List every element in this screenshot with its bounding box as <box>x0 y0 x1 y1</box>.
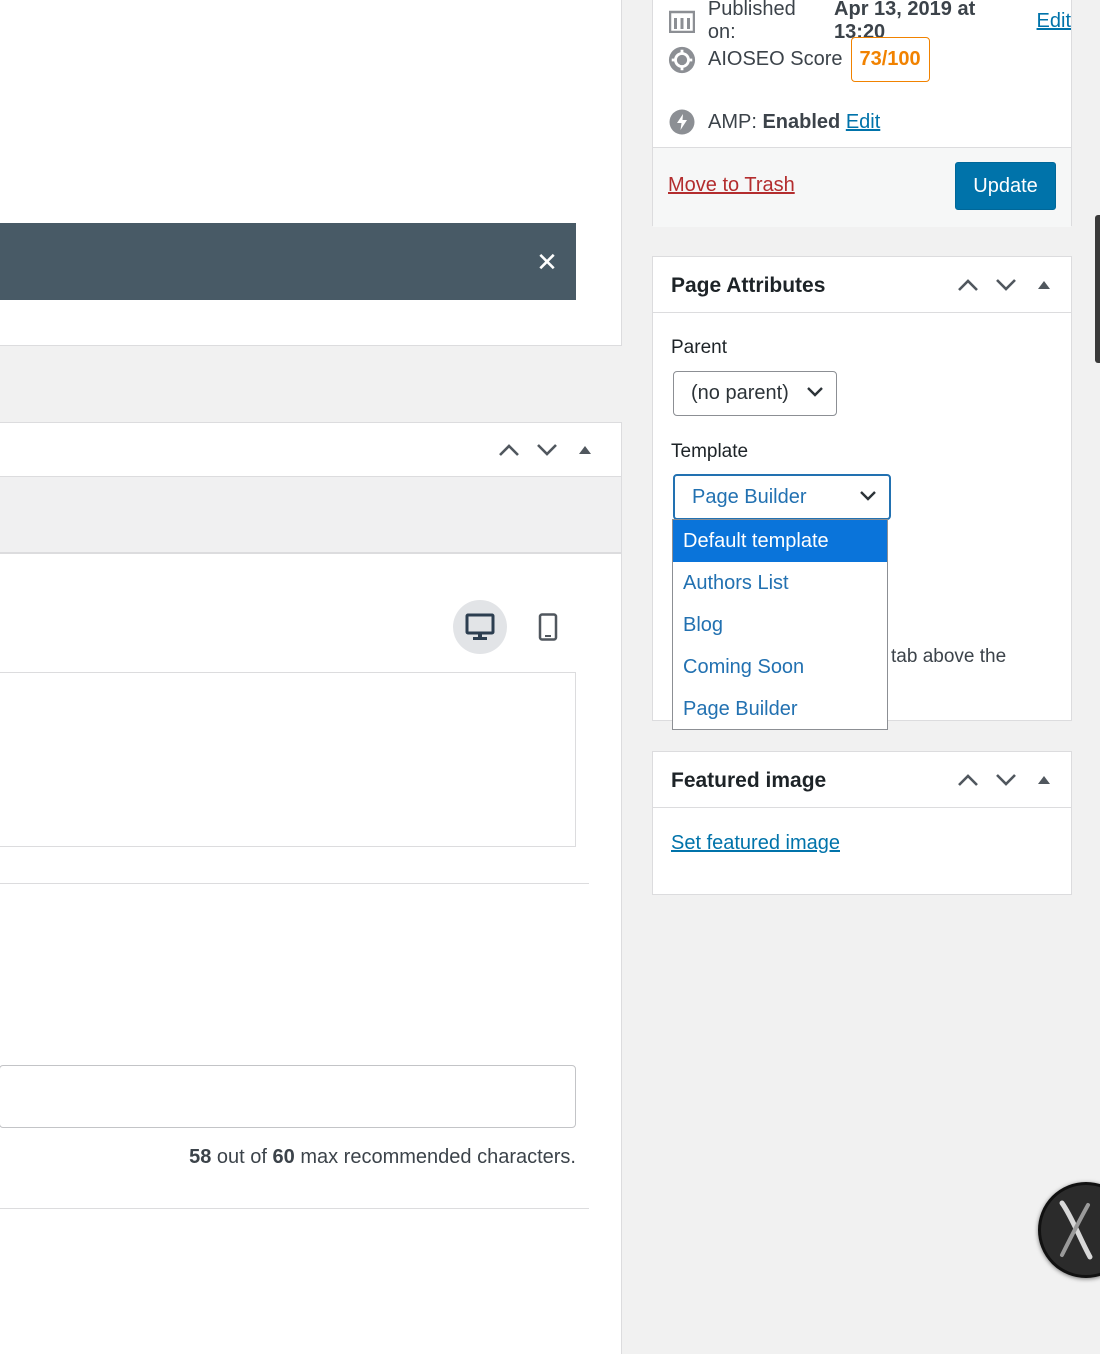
divider <box>0 1208 589 1209</box>
x-logo-icon <box>1059 1200 1093 1260</box>
page-attributes-title: Page Attributes <box>671 274 826 297</box>
template-option-default[interactable]: Default template <box>673 520 887 562</box>
chevron-down-icon <box>996 279 1016 291</box>
toggle-panel-button[interactable] <box>1029 270 1059 300</box>
metabox-tab-strip <box>0 477 622 554</box>
template-help-text: tab above the <box>891 646 1007 667</box>
edge-handle <box>1095 215 1100 363</box>
calendar-icon <box>668 7 696 35</box>
chevron-down-icon <box>537 444 557 456</box>
seo-title-input[interactable] <box>0 1065 576 1128</box>
template-option-blog[interactable]: Blog <box>673 604 887 646</box>
chevron-up-icon <box>499 444 519 456</box>
char-count-suffix: max recommended characters. <box>300 1146 576 1168</box>
char-count-value: 58 <box>189 1146 212 1168</box>
move-up-button[interactable] <box>953 270 983 300</box>
parent-label: Parent <box>671 337 727 358</box>
featured-image-panel: Featured image Set featured image <box>652 751 1072 895</box>
move-down-button[interactable] <box>991 270 1021 300</box>
mobile-icon <box>538 613 558 641</box>
chevron-down-icon <box>807 387 823 397</box>
template-option-authors-list[interactable]: Authors List <box>673 562 887 604</box>
snippet-preview-box <box>0 672 576 847</box>
template-dropdown-list: Default template Authors List Blog Comin… <box>672 519 888 730</box>
template-label: Template <box>671 441 749 462</box>
amp-bolt-icon <box>668 108 696 136</box>
move-up-button[interactable] <box>953 765 983 795</box>
featured-image-header: Featured image <box>653 752 1071 808</box>
template-option-coming-soon[interactable]: Coming Soon <box>673 646 887 688</box>
notice-bar: ✕ <box>0 223 576 300</box>
char-count-max: 60 <box>272 1146 295 1168</box>
divider <box>0 883 589 884</box>
parent-select[interactable]: (no parent) <box>673 371 837 416</box>
chevron-down-icon <box>996 774 1016 786</box>
move-down-button[interactable] <box>991 765 1021 795</box>
featured-image-title: Featured image <box>671 769 827 792</box>
template-option-page-builder[interactable]: Page Builder <box>673 688 887 730</box>
template-select[interactable]: Page Builder <box>673 474 891 520</box>
char-count-mid: out of <box>216 1146 267 1168</box>
template-select-value: Page Builder <box>692 485 807 508</box>
chevron-down-icon <box>860 491 876 501</box>
collapse-triangle-icon <box>579 446 591 454</box>
move-down-button[interactable] <box>532 435 562 465</box>
mobile-preview-button[interactable] <box>521 600 575 654</box>
desktop-icon <box>465 613 495 640</box>
parent-select-value: (no parent) <box>691 382 789 404</box>
amp-edit-link[interactable]: Edit <box>846 111 880 134</box>
close-icon: ✕ <box>536 247 558 277</box>
page-attributes-header: Page Attributes <box>653 257 1071 313</box>
chevron-up-icon <box>958 279 978 291</box>
chevron-up-icon <box>958 774 978 786</box>
desktop-preview-button[interactable] <box>453 600 507 654</box>
gear-icon <box>668 46 696 74</box>
publish-actions: Move to Trash Update <box>653 147 1071 227</box>
set-featured-image-link[interactable]: Set featured image <box>671 832 840 855</box>
floating-plugin-button[interactable] <box>1038 1182 1100 1278</box>
collapse-triangle-icon <box>1038 281 1050 289</box>
amp-value: Enabled <box>762 110 841 133</box>
collapse-triangle-icon <box>1038 776 1050 784</box>
toggle-panel-button[interactable] <box>570 435 600 465</box>
aioseo-score-badge[interactable]: 73/100 <box>850 37 930 82</box>
character-counter: 58 out of 60 max recommended characters. <box>0 1146 576 1169</box>
update-button[interactable]: Update <box>955 162 1056 210</box>
amp-row: AMP: Enabled Edit <box>668 108 880 136</box>
notice-close-button[interactable]: ✕ <box>532 247 562 277</box>
move-to-trash-link[interactable]: Move to Trash <box>668 174 795 197</box>
publish-panel: Published on: Apr 13, 2019 at 13:20 Edit… <box>652 0 1072 227</box>
aioseo-row: AIOSEO Score 73/100 <box>668 37 930 82</box>
aioseo-label: AIOSEO Score <box>708 48 843 70</box>
published-edit-link[interactable]: Edit <box>1037 10 1071 33</box>
move-up-button[interactable] <box>494 435 524 465</box>
toggle-panel-button[interactable] <box>1029 765 1059 795</box>
amp-label: AMP: <box>708 110 757 133</box>
seo-metabox-header <box>0 422 622 477</box>
